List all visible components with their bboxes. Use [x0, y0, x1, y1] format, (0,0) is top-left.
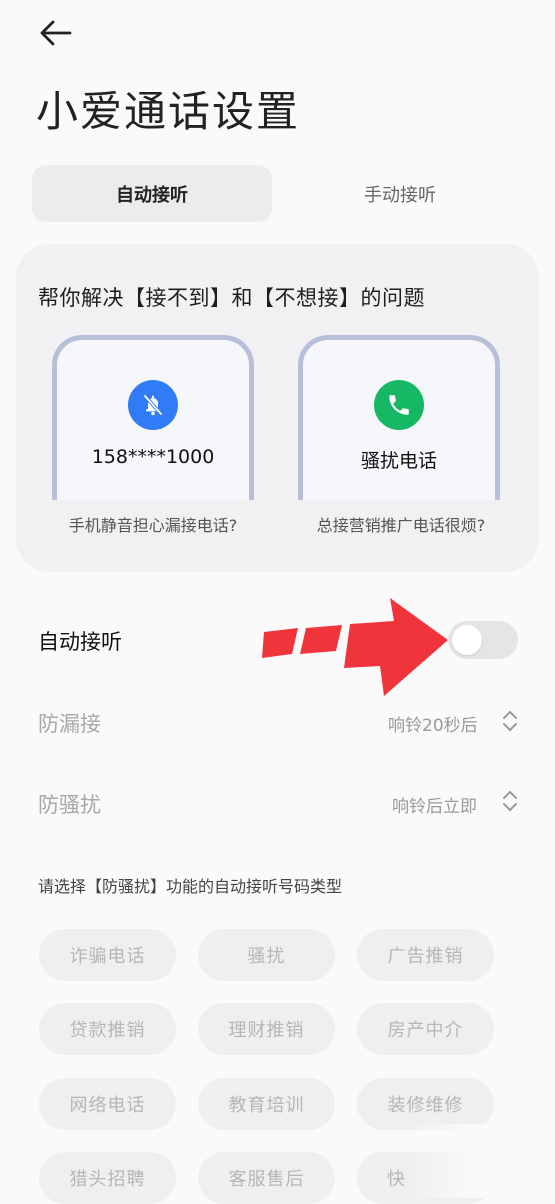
chevron-up-down-icon[interactable]	[502, 710, 518, 732]
mode-tabs: 自动接听 手动接听	[32, 165, 520, 222]
tab-manual-answer[interactable]: 手动接听	[280, 165, 520, 222]
page-title: 小爱通话设置	[36, 87, 301, 136]
tag-fraud-call[interactable]: 诈骗电话	[39, 929, 176, 981]
masked-phone-number: 158****1000	[91, 446, 215, 468]
tag-headhunter[interactable]: 猎头招聘	[39, 1152, 176, 1204]
tag-education-training[interactable]: 教育培训	[198, 1078, 335, 1130]
phone-illustration-spam: 骚扰电话	[298, 335, 500, 500]
phone-icon	[374, 380, 424, 430]
feature-card: 帮你解决【接不到】和【不想接】的问题 158****1000 骚扰电话 手机静音…	[16, 244, 539, 572]
tag-home-repair[interactable]: 装修维修	[357, 1078, 494, 1130]
red-arrow-annotation	[262, 598, 448, 696]
tag-finance-promotion[interactable]: 理财推销	[198, 1003, 335, 1055]
harassment-protect-label: 防骚扰	[38, 793, 101, 817]
spam-call-label: 骚扰电话	[360, 450, 437, 472]
tag-customer-service[interactable]: 客服售后	[198, 1152, 335, 1204]
chevron-up-down-icon[interactable]	[502, 790, 518, 812]
missed-call-protect-label: 防漏接	[38, 712, 101, 736]
back-arrow-icon	[40, 20, 72, 46]
feature-card-heading: 帮你解决【接不到】和【不想接】的问题	[38, 286, 425, 310]
missed-call-protect-value[interactable]: 响铃20秒后	[388, 711, 478, 736]
feature-caption-silent: 手机静音担心漏接电话?	[68, 516, 238, 535]
tag-ad-promotion[interactable]: 广告推销	[357, 929, 494, 981]
auto-answer-label: 自动接听	[38, 630, 122, 654]
auto-answer-toggle[interactable]	[448, 621, 518, 659]
feature-caption-spam: 总接营销推广电话很烦?	[316, 516, 486, 535]
tag-loan-promotion[interactable]: 贷款推销	[39, 1003, 176, 1055]
bell-muted-icon	[128, 380, 178, 430]
back-button[interactable]	[38, 18, 72, 48]
watermark-fade-overlay	[405, 1124, 555, 1198]
toggle-knob	[452, 625, 482, 655]
tag-harassment[interactable]: 骚扰	[198, 929, 335, 981]
number-type-hint: 请选择【防骚扰】功能的自动接听号码类型	[38, 877, 343, 896]
tag-internet-call[interactable]: 网络电话	[39, 1078, 176, 1130]
phone-illustration-silent: 158****1000	[52, 335, 254, 500]
harassment-protect-value[interactable]: 响铃后立即	[392, 792, 477, 817]
tag-real-estate-agent[interactable]: 房产中介	[357, 1003, 494, 1055]
tab-auto-answer[interactable]: 自动接听	[32, 165, 272, 222]
